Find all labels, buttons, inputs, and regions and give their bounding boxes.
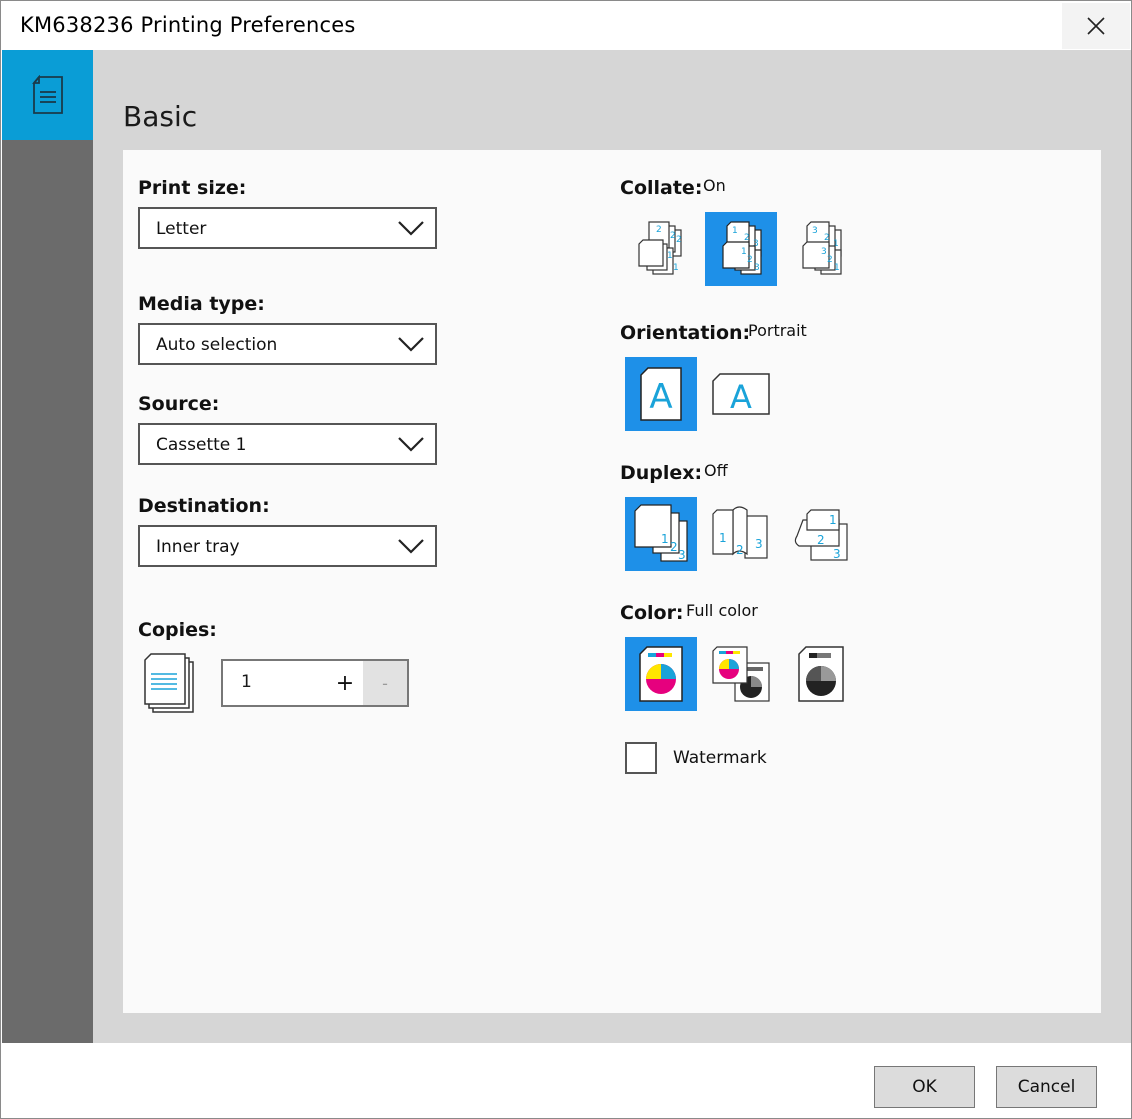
copies-decrement-button[interactable]: - — [363, 661, 407, 705]
color-option-full-color[interactable] — [625, 637, 697, 711]
svg-text:1: 1 — [719, 531, 727, 545]
svg-text:1: 1 — [829, 513, 837, 527]
window-title: KM638236 Printing Preferences — [20, 13, 356, 37]
svg-text:2: 2 — [670, 540, 678, 554]
close-icon — [1087, 17, 1105, 35]
svg-text:3: 3 — [821, 247, 827, 257]
svg-text:2: 2 — [736, 543, 744, 557]
svg-text:1: 1 — [741, 247, 747, 257]
svg-text:2: 2 — [656, 225, 662, 235]
copies-stepper: 1 + - — [221, 659, 409, 707]
color-option-auto-color[interactable] — [705, 637, 777, 711]
sidebar — [2, 50, 93, 1043]
media-type-select[interactable]: Auto selection — [138, 323, 437, 365]
color-option-black-white[interactable] — [785, 637, 857, 711]
uncollated-pages-icon: 2 2 2 1 1 — [638, 221, 682, 275]
chevron-down-icon — [398, 337, 424, 352]
destination-label: Destination: — [138, 495, 270, 517]
print-size-select[interactable]: Letter — [138, 207, 437, 249]
svg-text:2: 2 — [817, 533, 825, 547]
svg-text:3: 3 — [755, 537, 763, 551]
svg-text:1: 1 — [661, 532, 669, 546]
collate-label: Collate: — [620, 177, 703, 199]
copies-label: Copies: — [138, 619, 217, 641]
watermark-label: Watermark — [673, 748, 767, 768]
single-sided-pages-icon: 1 2 3 — [634, 504, 688, 562]
svg-text:1: 1 — [667, 251, 673, 261]
source-label: Source: — [138, 393, 220, 415]
destination-select[interactable]: Inner tray — [138, 525, 437, 567]
orientation-value: Portrait — [748, 321, 807, 340]
color-value: Full color — [686, 601, 758, 620]
svg-text:1: 1 — [732, 226, 738, 236]
svg-text:2: 2 — [670, 231, 676, 241]
svg-text:A: A — [730, 378, 752, 416]
ok-button[interactable]: OK — [874, 1066, 975, 1108]
full-color-page-icon — [639, 646, 683, 702]
cancel-button[interactable]: Cancel — [996, 1066, 1097, 1108]
svg-text:3: 3 — [754, 263, 760, 273]
color-label: Color: — [620, 602, 684, 624]
svg-text:2: 2 — [827, 255, 833, 265]
copies-input[interactable]: 1 — [241, 672, 252, 692]
reverse-collated-pages-icon: 3 2 1 3 2 1 — [802, 221, 842, 275]
media-type-value: Auto selection — [156, 335, 278, 355]
source-value: Cassette 1 — [156, 435, 247, 455]
collated-pages-icon: 1 2 3 1 2 3 — [722, 221, 762, 275]
title-bar: KM638236 Printing Preferences — [1, 1, 1131, 50]
close-button[interactable] — [1062, 3, 1130, 49]
collate-option-reverse[interactable]: 3 2 1 3 2 1 — [785, 212, 857, 286]
destination-value: Inner tray — [156, 537, 240, 557]
main-area: Basic Print size: Letter Media type: Aut… — [93, 50, 1131, 1043]
duplex-label: Duplex: — [620, 462, 703, 484]
chevron-down-icon — [398, 437, 424, 452]
duplex-option-off[interactable]: 1 2 3 — [625, 497, 697, 571]
orientation-option-portrait[interactable]: A — [625, 357, 697, 431]
collate-option-collated[interactable]: 1 2 3 1 2 3 — [705, 212, 777, 286]
svg-text:A: A — [649, 377, 672, 417]
svg-text:1: 1 — [834, 263, 840, 273]
watermark-checkbox[interactable] — [625, 742, 657, 774]
svg-text:3: 3 — [678, 548, 686, 562]
duplex-value: Off — [704, 461, 728, 480]
black-white-page-icon — [798, 646, 844, 702]
printing-preferences-dialog: KM638236 Printing Preferences Basic Prin… — [0, 0, 1132, 1119]
sidebar-item-basic[interactable] — [2, 50, 93, 140]
landscape-page-icon: A — [712, 373, 770, 416]
settings-panel: Print size: Letter Media type: Auto sele… — [123, 150, 1101, 1013]
document-icon — [31, 75, 63, 114]
duplex-short-edge-icon: 1 2 3 — [794, 509, 848, 561]
svg-text:3: 3 — [833, 547, 841, 561]
source-select[interactable]: Cassette 1 — [138, 423, 437, 465]
print-size-label: Print size: — [138, 177, 247, 199]
svg-text:2: 2 — [676, 235, 682, 245]
chevron-down-icon — [398, 539, 424, 554]
copies-icon — [144, 653, 194, 713]
portrait-page-icon: A — [640, 367, 682, 421]
copies-increment-button[interactable]: + — [327, 661, 363, 705]
orientation-label: Orientation: — [620, 322, 751, 344]
svg-text:3: 3 — [812, 226, 818, 236]
duplex-long-edge-icon: 1 2 3 — [712, 506, 768, 559]
duplex-option-short-edge[interactable]: 1 2 3 — [785, 497, 857, 571]
orientation-option-landscape[interactable]: A — [705, 357, 777, 431]
media-type-label: Media type: — [138, 293, 265, 315]
svg-text:2: 2 — [747, 255, 753, 265]
print-size-value: Letter — [156, 219, 207, 239]
collate-option-uncollated[interactable]: 2 2 2 1 1 — [625, 212, 697, 286]
svg-text:1: 1 — [673, 263, 679, 273]
duplex-option-long-edge[interactable]: 1 2 3 — [705, 497, 777, 571]
collate-value: On — [703, 176, 726, 195]
auto-color-pages-icon — [712, 646, 770, 702]
page-title: Basic — [123, 100, 198, 133]
chevron-down-icon — [398, 221, 424, 236]
